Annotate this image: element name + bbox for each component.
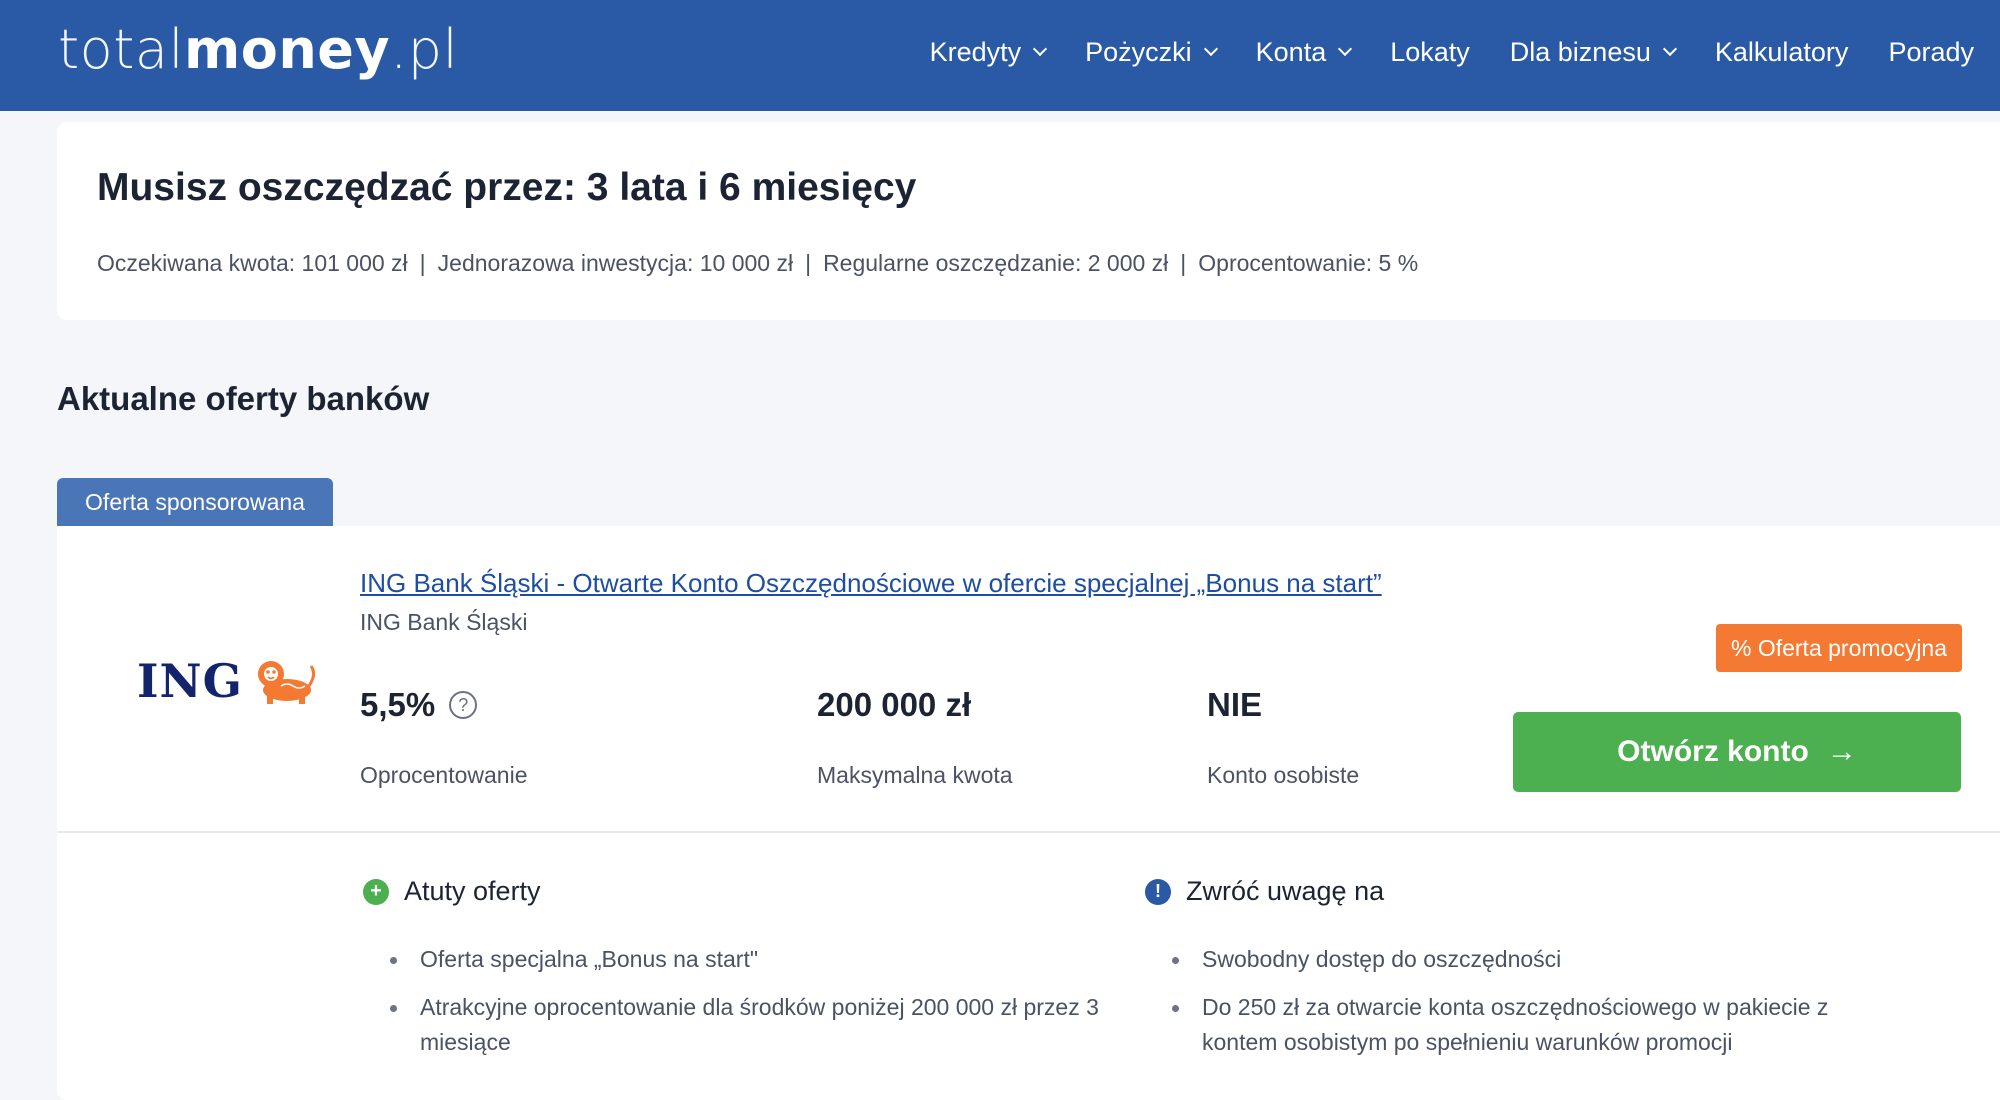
nav-item-porady[interactable]: Porady (1888, 37, 1974, 68)
pros-heading: + Atuty oferty (363, 876, 541, 907)
param-interest-rate: Oprocentowanie: 5 % (1198, 250, 1419, 276)
interest-value-text: 5,5% (360, 686, 436, 723)
nav-item-label: Porady (1888, 36, 1974, 67)
metric-interest-value: 5,5% ? (360, 686, 478, 724)
cons-heading: ! Zwróć uwagę na (1145, 876, 1384, 907)
main-nav: Kredyty Pożyczki Konta Lokaty Dla biznes… (890, 0, 1974, 104)
nav-item-label: Pożyczki (1085, 36, 1192, 67)
nav-item-dla-biznesu[interactable]: Dla biznesu (1509, 36, 1677, 68)
nav-item-label: Kredyty (929, 36, 1022, 67)
nav-item-pozyczki[interactable]: Pożyczki (1085, 36, 1218, 68)
param-separator: | (805, 250, 812, 276)
param-one-time-investment: Jednorazowa inwestycja: 10 000 zł (437, 250, 794, 276)
nav-item-label: Konta (1255, 36, 1327, 67)
cons-list: Swobodny dostęp do oszczędności Do 250 z… (1162, 942, 1892, 1073)
list-item: Atrakcyjne oprocentowanie dla środków po… (380, 990, 1110, 1060)
list-item: Oferta specjalna „Bonus na start" (380, 942, 1110, 977)
open-account-label: Otwórz konto (1617, 735, 1809, 768)
offer-title-link[interactable]: ING Bank Śląski - Otwarte Konto Oszczędn… (360, 568, 1382, 599)
pros-title: Atuty oferty (404, 876, 541, 906)
logo-bold-text: money (183, 18, 391, 81)
nav-item-label: Kalkulatory (1714, 36, 1849, 67)
cons-title: Zwróć uwagę na (1186, 876, 1385, 906)
summary-title: Musisz oszczędzać przez: 3 lata i 6 mies… (97, 166, 917, 209)
metric-interest-label: Oprocentowanie (360, 762, 528, 788)
plus-circle-icon: + (363, 878, 389, 905)
promo-badge: % Oferta promocyjna (1716, 624, 1962, 672)
nav-item-kredyty[interactable]: Kredyty (929, 36, 1048, 68)
pros-list: Oferta specjalna „Bonus na start" Atrakc… (380, 942, 1110, 1073)
section-title: Aktualne oferty banków (57, 380, 430, 417)
param-expected-amount: Oczekiwana kwota: 101 000 zł (97, 250, 408, 276)
ing-logo-text: ING (137, 654, 243, 708)
offer-card: ING ING Bank Śląski - Otwarte Konto Oszc… (57, 526, 2000, 1100)
nav-item-konta[interactable]: Konta (1255, 36, 1353, 68)
metric-max-amount-value: 200 000 zł (817, 686, 972, 723)
nav-item-label: Dla biznesu (1509, 36, 1651, 67)
nav-item-label: Lokaty (1390, 36, 1470, 67)
chevron-down-icon (1338, 41, 1353, 57)
param-regular-saving: Regularne oszczędzanie: 2 000 zł (823, 250, 1169, 276)
list-item: Swobodny dostęp do oszczędności (1162, 942, 1892, 977)
logo-suffix-text: .pl (390, 18, 459, 81)
chevron-down-icon (1203, 41, 1218, 57)
nav-item-lokaty[interactable]: Lokaty (1390, 37, 1470, 68)
param-separator: | (1180, 250, 1187, 276)
metric-personal-account-value: NIE (1207, 686, 1263, 723)
offer-bank-name: ING Bank Śląski (360, 609, 528, 635)
site-logo[interactable]: totalmoney.pl (58, 18, 458, 81)
bank-logo: ING (137, 654, 319, 708)
offer-divider (57, 831, 2000, 833)
sponsored-offer-tab: Oferta sponsorowana (57, 478, 333, 526)
site-header: totalmoney.pl Kredyty Pożyczki Konta Lok… (0, 0, 2000, 111)
metric-max-amount-label: Maksymalna kwota (817, 762, 1013, 788)
logo-light-text: total (58, 18, 184, 81)
nav-item-kalkulatory[interactable]: Kalkulatory (1715, 37, 1849, 68)
summary-params: Oczekiwana kwota: 101 000 zł | Jednorazowa… (97, 250, 1418, 277)
list-item: Do 250 zł za otwarcie konta oszczędności… (1162, 990, 1892, 1060)
chevron-down-icon (1662, 41, 1677, 57)
exclamation-circle-icon: ! (1145, 878, 1171, 905)
lion-icon (257, 661, 315, 704)
help-icon[interactable]: ? (449, 691, 478, 719)
param-separator: | (419, 250, 426, 276)
savings-summary-card: Musisz oszczędzać przez: 3 lata i 6 mies… (57, 122, 2000, 320)
metric-personal-account-label: Konto osobiste (1207, 762, 1360, 788)
arrow-right-icon: → (1826, 735, 1857, 768)
chevron-down-icon (1033, 41, 1048, 57)
open-account-button[interactable]: Otwórz konto → (1513, 712, 1961, 792)
